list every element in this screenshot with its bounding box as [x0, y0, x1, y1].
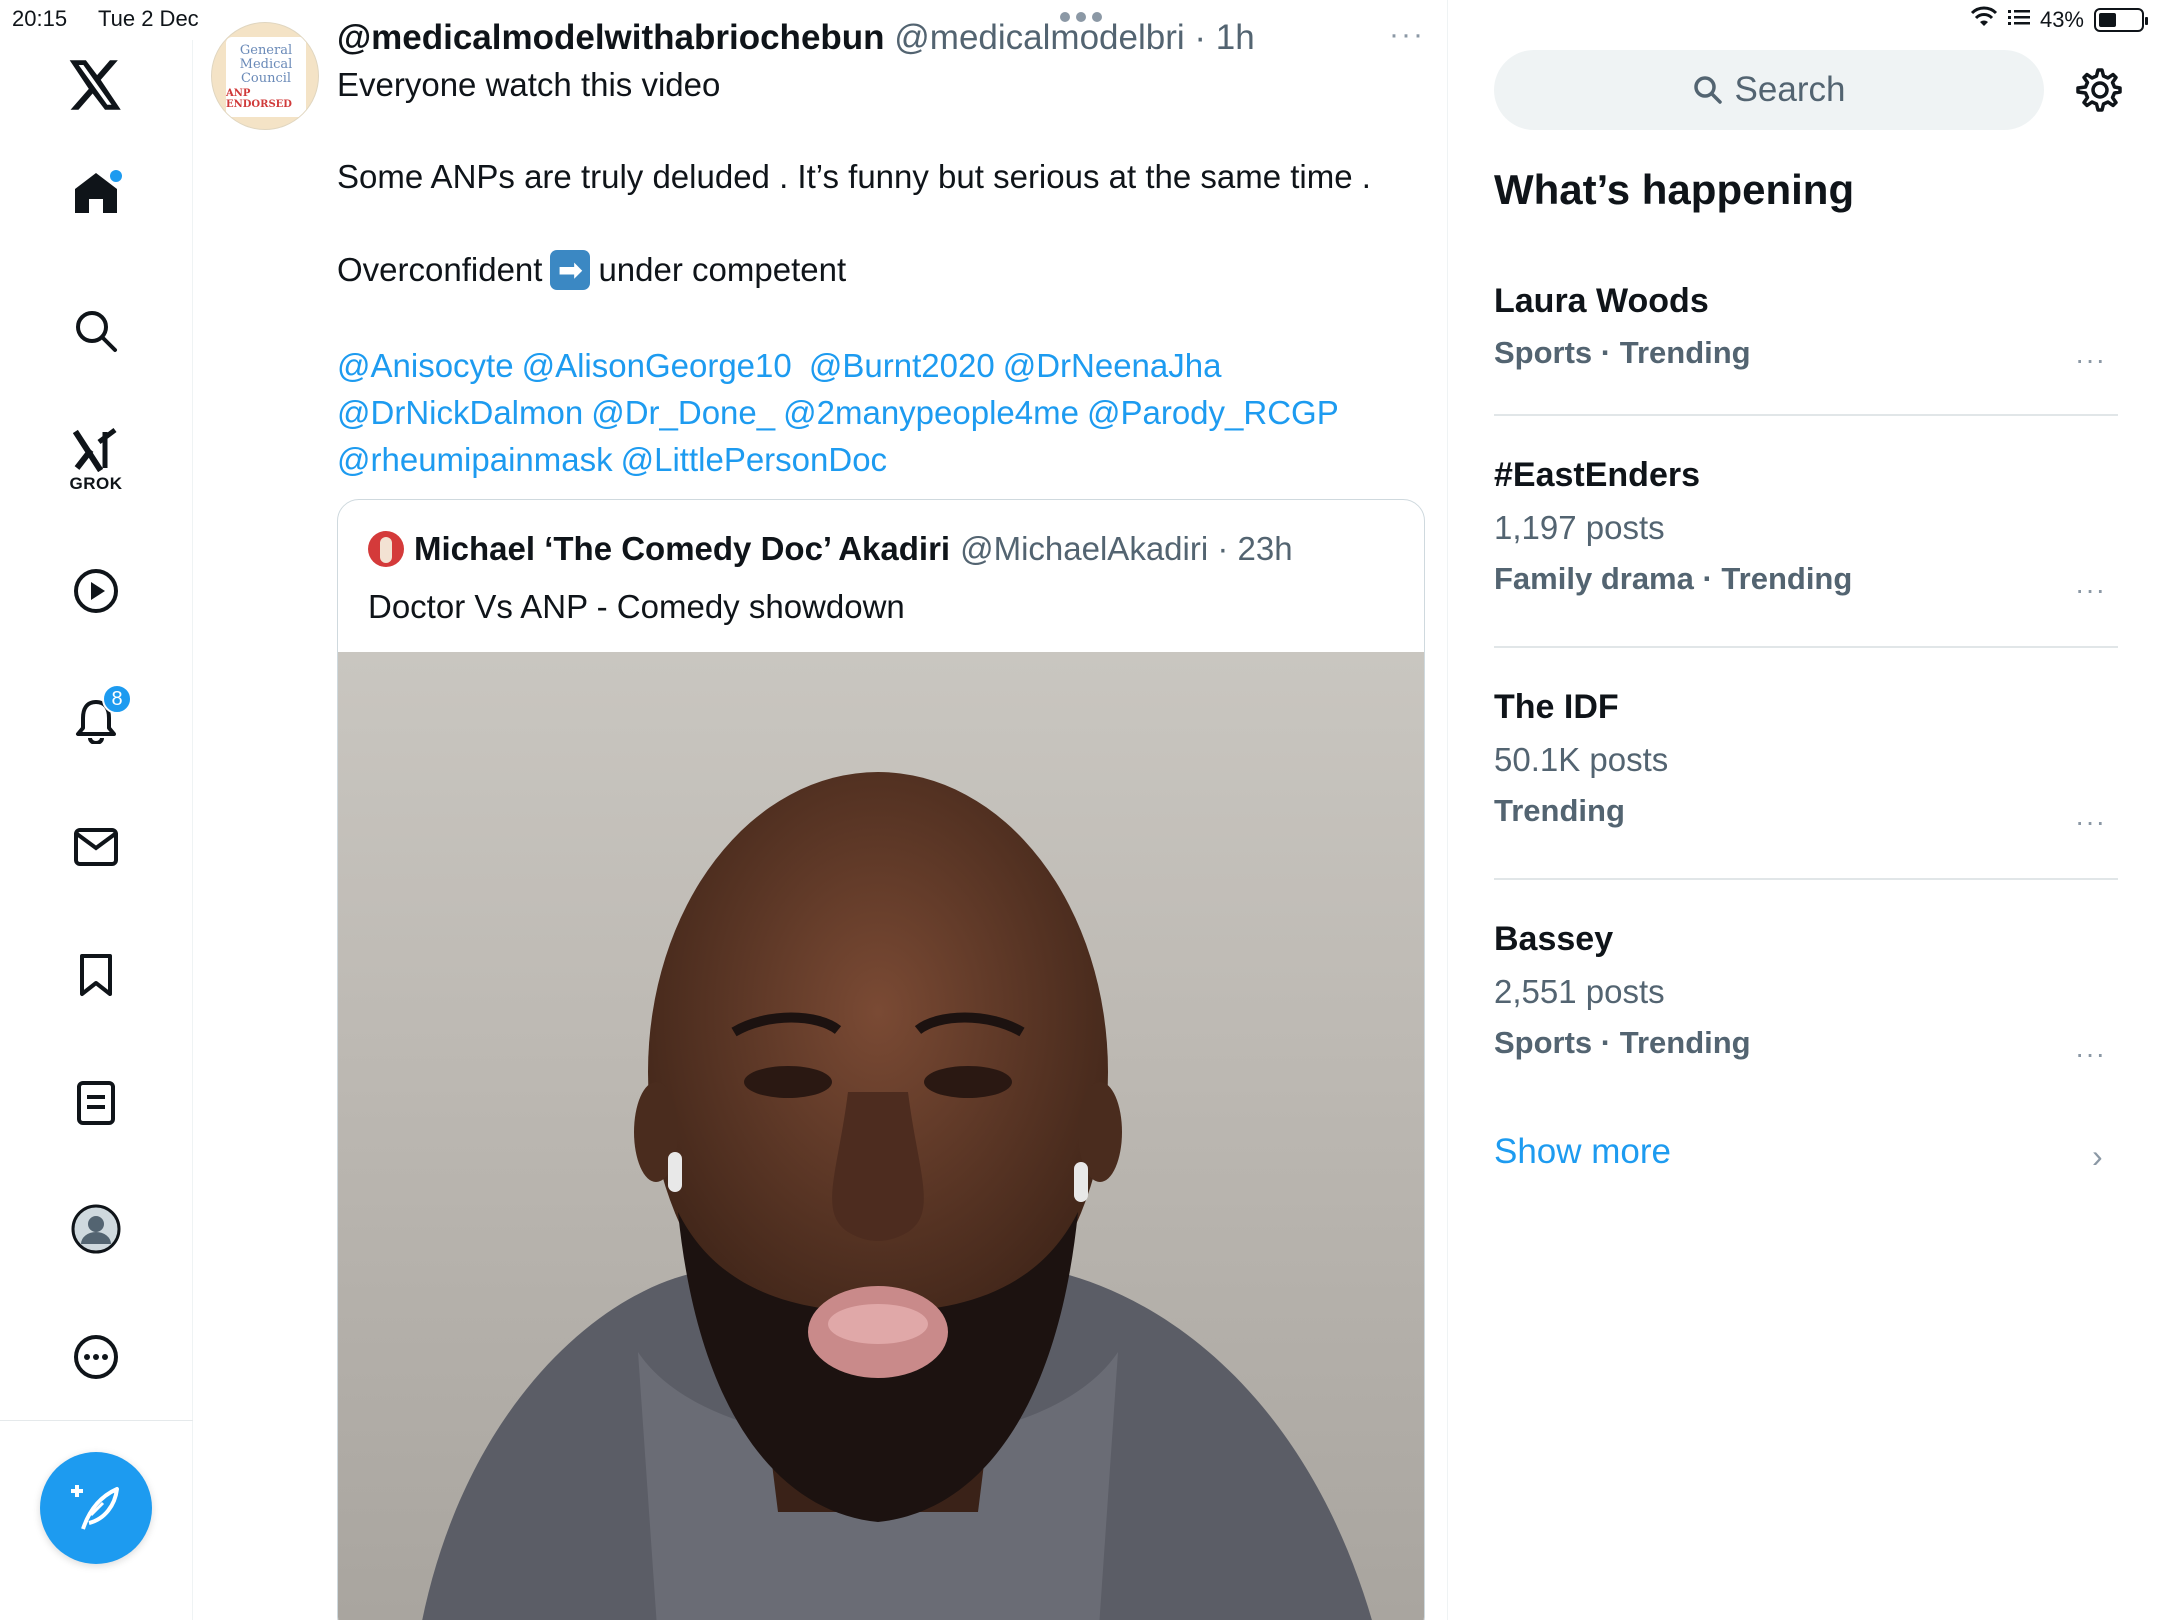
battery-level — [2099, 13, 2116, 27]
right-arrow-emoji-icon: ➡ — [550, 250, 591, 290]
tweet-author-avatar[interactable]: General Medical Council ANP ENDORSED — [211, 22, 319, 130]
trend-item[interactable]: Laura Woods Sports · Trending ··· — [1494, 282, 2118, 382]
mention-link[interactable]: @LittlePersonDoc — [621, 441, 887, 478]
trend-name: Bassey — [1494, 920, 1614, 958]
quoted-handle-time[interactable]: @MichaelAkadiri · 23h — [960, 530, 1292, 568]
mention-link[interactable]: @Anisocyte — [337, 347, 514, 384]
battery-icon — [2094, 8, 2148, 32]
trend-post-count: 1,197 posts — [1494, 509, 1665, 546]
mention-link[interactable]: @2manypeople4me — [783, 394, 1079, 431]
mention-link[interactable]: @rheumipainmask — [337, 441, 613, 478]
tweet-text-line: Overconfident ➡ under competent — [337, 250, 846, 290]
tweet-mentions: @Anisocyte @AlisonGeorge10 @Burnt2020 @DrN… — [337, 342, 1417, 483]
tweet-header: @medicalmodelwithabriochebun @medicalmod… — [337, 18, 1255, 58]
video-player[interactable] — [338, 652, 1424, 1620]
avatar-logo: General Medical Council ANP ENDORSED — [226, 37, 306, 117]
trend-divider — [1494, 878, 2118, 880]
show-more-link[interactable]: Show more — [1494, 1132, 1671, 1172]
trend-category: Sports · Trending — [1494, 1025, 1751, 1060]
main-timeline: General Medical Council ANP ENDORSED @me… — [193, 0, 1448, 1620]
tweet-text-segment: Overconfident — [337, 251, 543, 288]
trend-category: Family drama · Trending — [1494, 561, 1853, 596]
x-logo-icon[interactable] — [46, 40, 146, 130]
gear-icon — [2076, 68, 2122, 112]
tweet-more-button[interactable]: ··· — [1389, 18, 1425, 52]
home-nav-item[interactable] — [46, 148, 146, 238]
play-circle-icon — [74, 569, 118, 613]
mention-link[interactable]: @Parody_RCGP — [1087, 394, 1339, 431]
tweet-author-name[interactable]: @medicalmodelwithabriochebun — [337, 18, 885, 57]
mention-link[interactable]: @AlisonGeorge10 — [522, 347, 792, 384]
profile-nav-item[interactable] — [46, 1184, 146, 1274]
status-indicators: 43% — [1970, 6, 2148, 34]
status-date: Tue 2 Dec — [98, 6, 199, 31]
trend-category: Trending — [1494, 793, 1625, 828]
list-indicator-icon — [2007, 7, 2030, 33]
more-nav-item[interactable] — [46, 1312, 146, 1402]
quoted-author-name[interactable]: Michael ‘The Comedy Doc’ Akadiri — [414, 530, 950, 568]
lists-nav-item[interactable] — [46, 1058, 146, 1148]
trend-divider — [1494, 646, 2118, 648]
search-input[interactable]: Search — [1494, 50, 2044, 130]
left-nav: GROK 8 — [0, 40, 193, 1620]
trend-item[interactable]: #EastEnders 1,197 posts Family drama · T… — [1494, 456, 2118, 612]
compose-post-button[interactable] — [40, 1452, 152, 1564]
tweet-text-line: Some ANPs are truly deluded . It’s funny… — [337, 158, 1371, 195]
trend-more-button[interactable]: ··· — [2075, 806, 2106, 838]
mail-icon — [74, 828, 118, 866]
video-frame-person — [422, 772, 1372, 1620]
search-icon — [76, 311, 117, 352]
tweet-handle-time[interactable]: @medicalmodelbri · 1h — [894, 18, 1254, 57]
home-unread-dot — [110, 170, 122, 182]
bookmark-icon — [80, 954, 112, 996]
trend-divider — [1494, 414, 2118, 416]
quoted-tweet-header: Michael ‘The Comedy Doc’ Akadiri @Michae… — [368, 530, 1293, 568]
trend-post-count: 50.1K posts — [1494, 741, 1669, 778]
trend-item[interactable]: The IDF 50.1K posts Trending ··· — [1494, 688, 2118, 844]
search-placeholder: Search — [1734, 70, 1846, 109]
tweet-text-segment: under competent — [598, 251, 847, 288]
settings-button[interactable] — [2076, 66, 2124, 114]
trend-item[interactable]: Bassey 2,551 posts Sports · Trending ··· — [1494, 920, 2118, 1076]
trend-name: The IDF — [1494, 688, 1619, 726]
trend-name: #EastEnders — [1494, 456, 1700, 494]
bookmarks-nav-item[interactable] — [46, 930, 146, 1020]
trend-more-button[interactable]: ··· — [2075, 344, 2106, 376]
list-icon — [77, 1081, 115, 1125]
trend-name: Laura Woods — [1494, 282, 1709, 320]
battery-percent: 43% — [2039, 7, 2084, 32]
messages-nav-item[interactable] — [46, 802, 146, 892]
mention-link[interactable]: @Burnt2020 — [809, 347, 995, 384]
trend-post-count: 2,551 posts — [1494, 973, 1665, 1010]
mention-link[interactable]: @Dr_Done_ — [591, 394, 775, 431]
explore-nav-item[interactable] — [46, 286, 146, 376]
profile-avatar-icon — [71, 1204, 121, 1254]
quoted-tweet-text: Doctor Vs ANP - Comedy showdown — [368, 588, 905, 625]
grok-label: GROK — [69, 474, 123, 493]
videos-nav-item[interactable] — [46, 546, 146, 636]
trend-more-button[interactable]: ··· — [2075, 1038, 2106, 1070]
wifi-icon — [1970, 6, 1998, 34]
whats-happening-title: What’s happening — [1494, 166, 1855, 213]
notifications-badge: 8 — [102, 684, 132, 714]
quoted-author-avatar[interactable] — [368, 531, 404, 567]
trend-category: Sports · Trending — [1494, 335, 1751, 370]
more-circle-icon — [74, 1335, 118, 1379]
status-time: 20:15 — [12, 6, 68, 31]
grok-icon — [73, 428, 117, 472]
notifications-nav-item[interactable]: 8 — [46, 676, 146, 766]
nav-divider — [0, 1420, 193, 1421]
chevron-right-icon: › — [2092, 1138, 2103, 1174]
quoted-tweet[interactable]: Michael ‘The Comedy Doc’ Akadiri @Michae… — [337, 499, 1425, 1620]
compose-feather-icon — [71, 1485, 119, 1530]
grok-nav-item[interactable]: GROK — [46, 416, 146, 506]
mention-link[interactable]: @DrNeenaJha — [1003, 347, 1222, 384]
mention-link[interactable]: @DrNickDalmon — [337, 394, 583, 431]
trend-more-button[interactable]: ··· — [2075, 574, 2106, 606]
search-icon — [1693, 76, 1722, 104]
tweet-text-line: Everyone watch this video — [337, 66, 721, 103]
